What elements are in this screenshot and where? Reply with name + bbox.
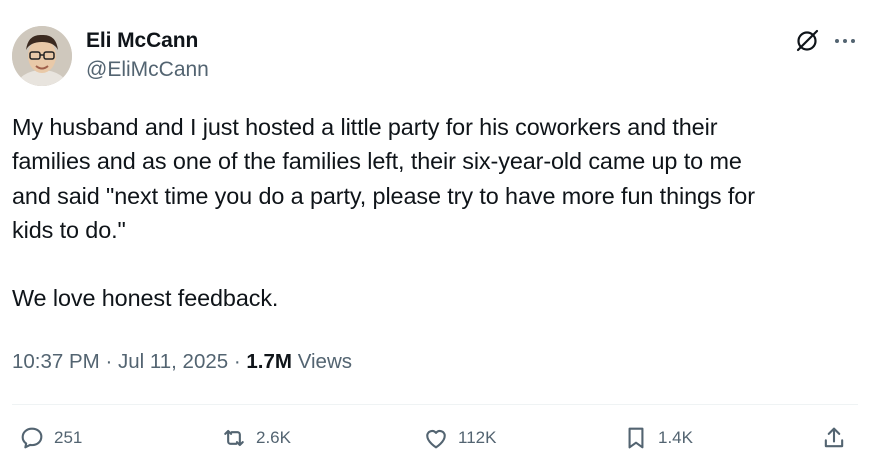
repost-icon [224,429,244,447]
views-count[interactable]: 1.7M [246,350,292,373]
action-bar: 251 2.6K 112K 1.4K [12,420,858,456]
heart-icon [426,429,446,449]
meta-separator: · [233,350,241,373]
tweet-header: Eli McCann @EliMcCann [12,26,858,88]
more-options-icon[interactable] [832,28,858,54]
tweet-date[interactable]: Jul 11, 2025 [118,350,228,373]
display-name[interactable]: Eli McCann [86,28,209,54]
handle[interactable]: @EliMcCann [86,57,209,83]
share-icon [824,427,844,448]
reply-count: 251 [54,428,83,447]
repost-count: 2.6K [256,428,291,447]
views-label[interactable]: Views [298,350,352,373]
grok-icon[interactable] [792,26,822,56]
author-block: Eli McCann @EliMcCann [86,28,209,83]
bookmark-button[interactable]: 1.4K [622,420,693,456]
share-button[interactable] [820,420,848,456]
reply-button[interactable]: 251 [18,420,82,456]
avatar[interactable] [12,26,72,86]
bookmark-count: 1.4K [658,428,693,447]
bookmark-icon [628,427,644,449]
header-actions [792,26,858,56]
meta-separator: · [105,350,113,373]
reply-icon [21,427,43,449]
repost-button[interactable]: 2.6K [220,420,291,456]
tweet-time[interactable]: 10:37 PM [12,350,100,373]
divider [12,404,858,405]
tweet-meta: 10:37 PM · Jul 11, 2025 · 1.7M Views [12,348,352,376]
tweet-text: My husband and I just hosted a little pa… [12,114,755,312]
like-button[interactable]: 112K [422,420,496,456]
like-count: 112K [458,428,497,447]
